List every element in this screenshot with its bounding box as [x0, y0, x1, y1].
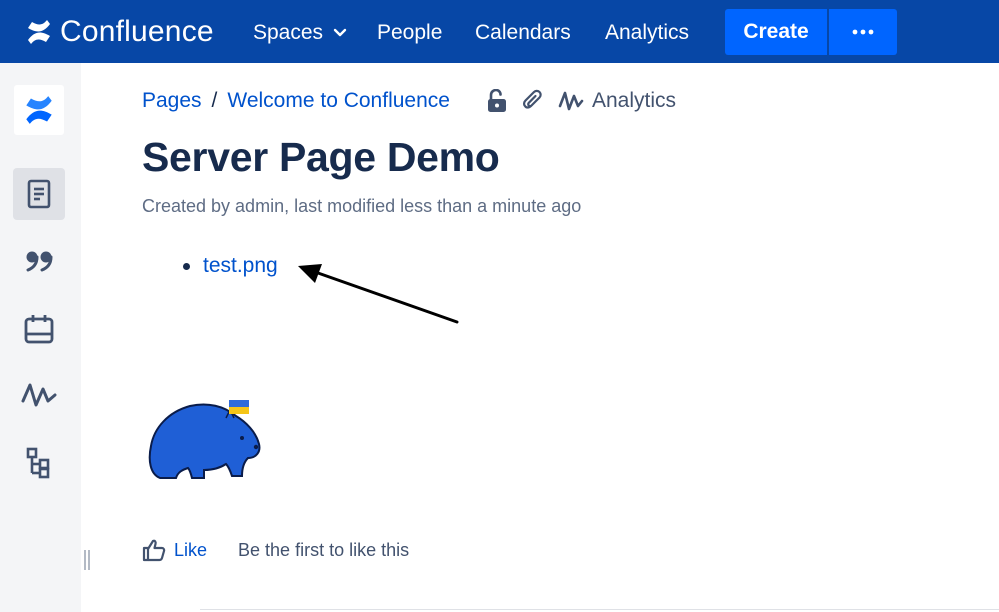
create-button[interactable]: Create: [725, 9, 827, 55]
divider: [200, 609, 999, 610]
page-title: Server Page Demo: [142, 134, 500, 180]
embedded-image-wombat: [148, 400, 261, 479]
top-navigation: Confluence Spaces People Calendars Analy…: [0, 0, 999, 63]
page-byline: Created by admin, last modified less tha…: [142, 196, 582, 216]
pages-icon: [27, 179, 51, 209]
attachment-link-test-png[interactable]: test.png: [203, 254, 278, 278]
like-summary: Be the first to like this: [238, 539, 410, 560]
space-logo[interactable]: [14, 85, 64, 135]
confluence-home-link[interactable]: Confluence: [26, 14, 214, 50]
sidebar-item-page-tree[interactable]: [13, 437, 65, 489]
breadcrumb: Pages / Welcome to Confluence: [142, 87, 450, 115]
quote-icon: [26, 251, 53, 272]
nav-spaces-label: Spaces: [253, 21, 324, 44]
sidebar-item-analytics[interactable]: [13, 369, 65, 421]
product-name: Confluence: [60, 15, 214, 48]
thumbs-up-icon: [142, 539, 166, 562]
nav-spaces[interactable]: Spaces: [253, 18, 347, 48]
analytics-icon: [21, 383, 57, 407]
nav-people[interactable]: People: [377, 18, 442, 48]
sidebar-item-calendars[interactable]: [13, 303, 65, 355]
page-analytics-link[interactable]: Analytics: [558, 89, 676, 113]
more-icon: [852, 29, 874, 35]
attachment-list: test.png: [183, 254, 278, 278]
paperclip-icon: [523, 89, 542, 109]
nav-calendars[interactable]: Calendars: [475, 18, 571, 48]
list-item: test.png: [183, 254, 278, 278]
bullet-icon: [183, 262, 190, 270]
confluence-logo-icon: [28, 20, 50, 44]
space-sidebar: [0, 63, 81, 612]
page-tree-icon: [26, 447, 50, 479]
restrictions-button[interactable]: [486, 89, 508, 113]
like-button[interactable]: Like: [142, 538, 207, 562]
sidebar-resize-handle[interactable]: [84, 550, 92, 570]
page-actions: Analytics: [486, 88, 676, 114]
calendar-icon: [24, 315, 54, 344]
page-analytics-label: Analytics: [592, 89, 677, 112]
analytics-icon: [558, 91, 584, 111]
nav-analytics[interactable]: Analytics: [605, 18, 689, 48]
more-button[interactable]: [829, 9, 897, 55]
confluence-logo-icon: [26, 96, 52, 124]
chevron-down-icon: [333, 28, 347, 37]
attachments-button[interactable]: [522, 89, 544, 113]
like-row: Like Be the first to like this: [142, 536, 409, 564]
like-label: Like: [174, 539, 208, 560]
breadcrumb-separator: /: [211, 89, 218, 112]
sidebar-item-pages[interactable]: [13, 168, 65, 220]
breadcrumb-pages[interactable]: Pages: [142, 89, 202, 113]
breadcrumb-welcome-to-confluence[interactable]: Welcome to Confluence: [227, 89, 450, 113]
unlock-icon: [488, 89, 506, 112]
sidebar-item-blog[interactable]: [13, 235, 65, 287]
